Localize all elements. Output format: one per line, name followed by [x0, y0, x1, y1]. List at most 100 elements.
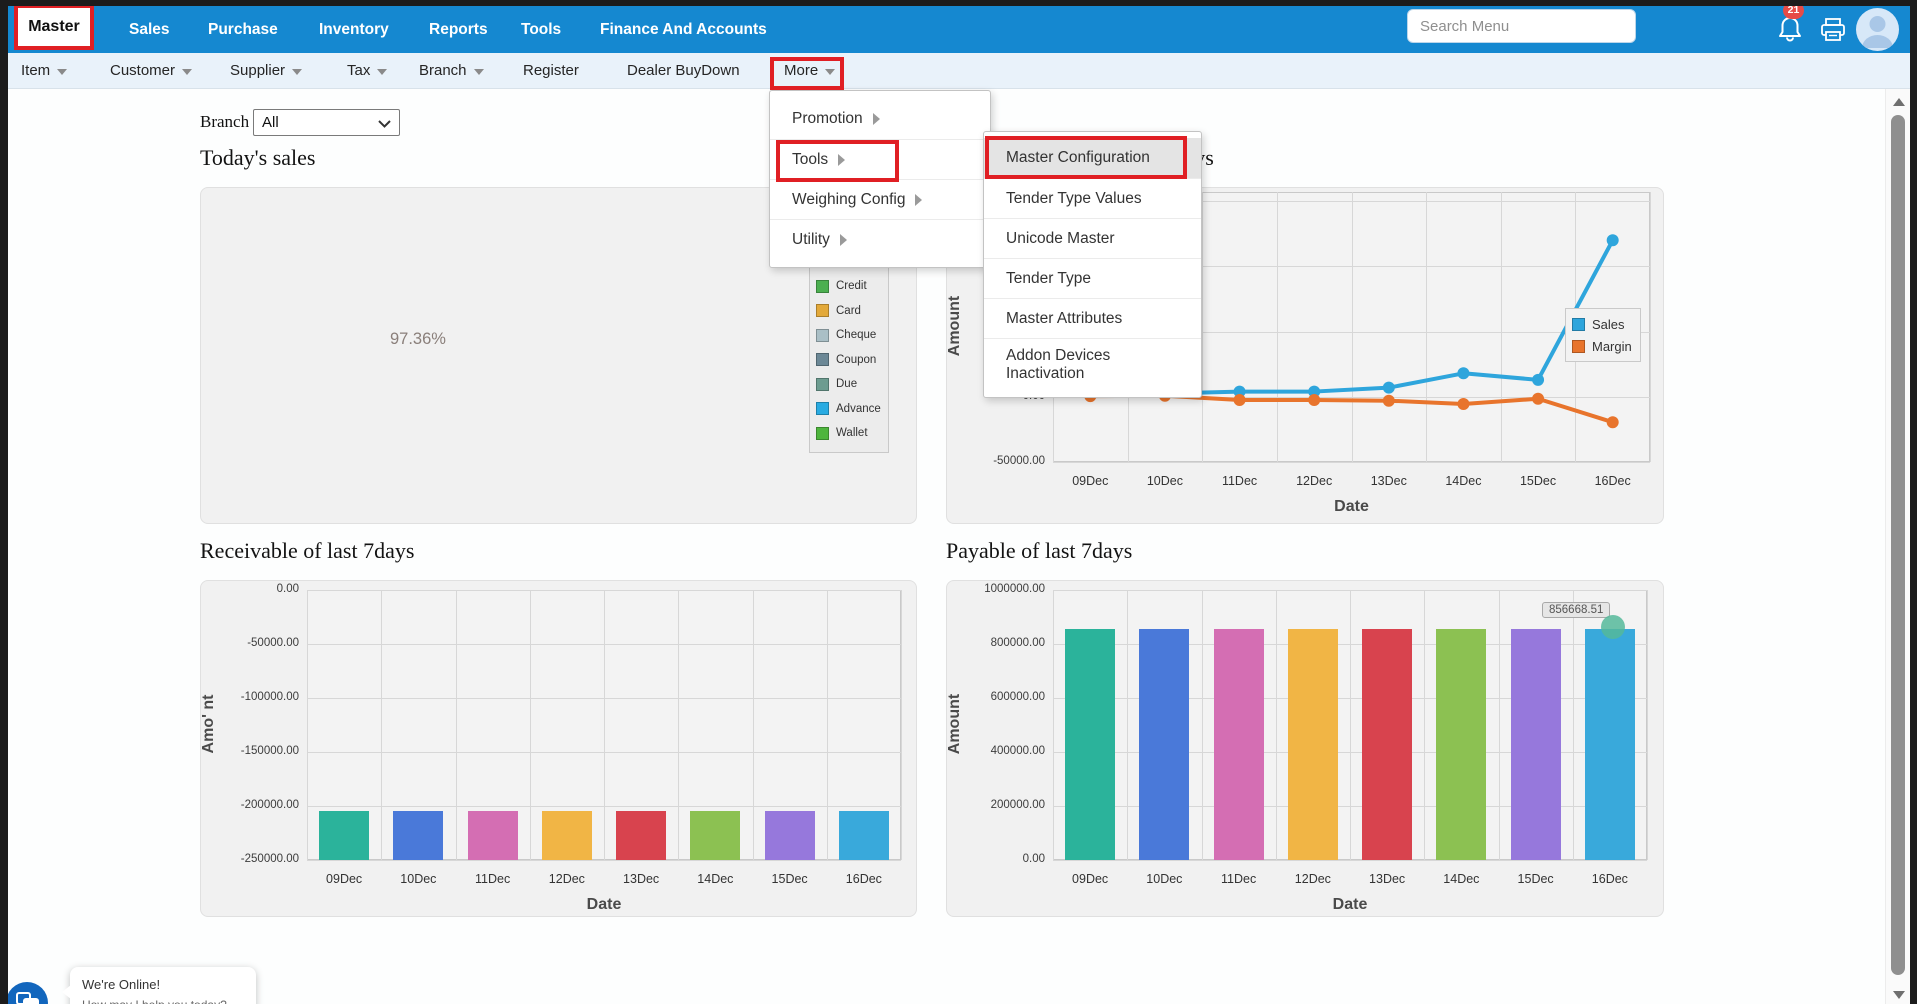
subnav-item-item[interactable]: Item	[21, 62, 67, 79]
caret-right-icon	[838, 154, 845, 166]
payable-chart-card	[946, 580, 1664, 917]
submenu-item-unicode-master[interactable]: Unicode Master	[984, 218, 1201, 258]
nav-item-purchase[interactable]: Purchase	[208, 21, 278, 39]
legend-swatch	[816, 427, 829, 440]
window-frame-right	[1910, 0, 1917, 1004]
branch-filter-label: Branch	[200, 112, 249, 132]
nav-item-reports[interactable]: Reports	[429, 21, 488, 39]
menu-item-label: Tools	[792, 151, 828, 169]
chat-dots-icon: ...	[23, 998, 39, 1004]
legend-item-label: Advance	[836, 403, 881, 415]
submenu-item-label: Tender Type	[1006, 270, 1091, 288]
pie-data-label: 97.36%	[390, 330, 446, 349]
legend-item-label: Cheque	[836, 329, 876, 341]
user-avatar[interactable]	[1856, 8, 1899, 51]
menu-item-label: Promotion	[792, 110, 863, 128]
nav-item-sales[interactable]: Sales	[129, 21, 170, 39]
submenu-item-addon-devices-inactivation[interactable]: Addon Devices Inactivation	[984, 338, 1201, 391]
branch-select[interactable]: All	[253, 109, 400, 136]
legend-swatch	[816, 329, 829, 342]
menu-item-weighing-config[interactable]: Weighing Config	[770, 179, 990, 219]
legend-item-due: Due	[816, 372, 882, 397]
submenu-item-label: Master Attributes	[1006, 310, 1122, 328]
payable-chart-title: Payable of last 7days	[946, 538, 1132, 564]
chat-status-text: We're Online!	[82, 977, 244, 992]
subnav-item-tax[interactable]: Tax	[347, 62, 387, 79]
caret-right-icon	[873, 113, 880, 125]
nav-item-finance-and-accounts[interactable]: Finance And Accounts	[600, 21, 767, 39]
legend-item-coupon: Coupon	[816, 348, 882, 373]
search-input[interactable]	[1407, 9, 1636, 43]
subnav-item-more[interactable]: More	[784, 62, 835, 79]
receivable-chart-card	[200, 580, 917, 917]
scroll-up-arrow-icon[interactable]	[1893, 98, 1905, 106]
person-icon	[1856, 8, 1899, 51]
caret-down-icon	[377, 69, 387, 75]
menu-item-promotion[interactable]: Promotion	[770, 99, 990, 139]
menu-item-label: Weighing Config	[792, 191, 905, 209]
legend-item-wallet: Wallet	[816, 421, 882, 446]
submenu-item-tender-type[interactable]: Tender Type	[984, 258, 1201, 298]
legend-swatch	[816, 378, 829, 391]
caret-down-icon	[182, 69, 192, 75]
hover-marker	[1601, 615, 1625, 639]
top-navbar: Master Sales Purchase Inventory Reports Tool…	[8, 6, 1910, 53]
caret-down-icon	[57, 69, 67, 75]
receivable-chart-title: Receivable of last 7days	[200, 538, 414, 564]
scrollbar-thumb[interactable]	[1891, 115, 1905, 975]
tools-submenu: Master Configuration Tender Type Values Un…	[983, 131, 1202, 398]
vertical-scrollbar[interactable]	[1885, 89, 1910, 1004]
window-frame-top	[0, 0, 1917, 6]
legend-item-label: Wallet	[836, 427, 868, 439]
caret-down-icon	[474, 69, 484, 75]
chat-greeting-text: How may I help you today?	[82, 998, 244, 1004]
legend-swatch	[816, 353, 829, 366]
nav-item-tools[interactable]: Tools	[521, 21, 561, 39]
caret-right-icon	[915, 194, 922, 206]
submenu-item-tender-type-values[interactable]: Tender Type Values	[984, 178, 1201, 218]
chevron-down-icon	[378, 120, 391, 128]
subnav-item-customer[interactable]: Customer	[110, 62, 192, 79]
caret-down-icon	[292, 69, 302, 75]
more-dropdown-menu: Promotion Tools Weighing Config Utility	[769, 90, 991, 268]
print-button[interactable]	[1820, 17, 1846, 48]
legend-item-label: Due	[836, 378, 857, 390]
submenu-item-label: Tender Type Values	[1006, 190, 1142, 208]
caret-right-icon	[840, 234, 847, 246]
subnav-item-dealer-buydown[interactable]: Dealer BuyDown	[627, 62, 740, 79]
nav-item-inventory[interactable]: Inventory	[319, 21, 389, 39]
legend-swatch	[816, 304, 829, 317]
subnav-item-register[interactable]: Register	[523, 62, 579, 79]
legend-item-advance: Advance	[816, 397, 882, 422]
subnav-item-branch[interactable]: Branch	[419, 62, 484, 79]
branch-select-value: All	[262, 114, 279, 131]
caret-down-icon	[825, 69, 835, 75]
window-frame-left	[0, 0, 8, 1004]
legend-swatch	[816, 402, 829, 415]
scroll-down-arrow-icon[interactable]	[1893, 991, 1905, 999]
pie-legend: Credit Card Cheque Coupon Due Advance Wallet	[809, 267, 889, 453]
legend-item-label: Credit	[836, 280, 867, 292]
legend-item-label: Card	[836, 305, 861, 317]
legend-item-label: Coupon	[836, 354, 876, 366]
module-navbar: Item Customer Supplier Tax Branch Register Dea…	[8, 53, 1910, 89]
submenu-item-label: Unicode Master	[1006, 230, 1115, 248]
legend-swatch	[816, 280, 829, 293]
menu-item-utility[interactable]: Utility	[770, 219, 990, 259]
legend-item-cheque: Cheque	[816, 323, 882, 348]
bar-tooltip: 856668.51	[1542, 602, 1610, 618]
legend-item-card: Card	[816, 299, 882, 324]
chat-popup[interactable]: We're Online! How may I help you today?	[70, 967, 256, 1004]
menu-item-tools[interactable]: Tools	[770, 139, 990, 179]
nav-item-master[interactable]: Master	[14, 4, 94, 50]
printer-icon	[1820, 17, 1846, 43]
submenu-item-master-attributes[interactable]: Master Attributes	[984, 298, 1201, 338]
chat-popup-tail	[62, 985, 71, 999]
submenu-item-master-configuration[interactable]: Master Configuration	[984, 138, 1201, 178]
pie-chart-title: Today's sales	[200, 145, 315, 171]
submenu-item-label: Master Configuration	[1006, 149, 1150, 167]
chat-launcher-button[interactable]: ...	[6, 982, 48, 1004]
submenu-item-label: Addon Devices Inactivation	[1006, 347, 1187, 383]
legend-item-credit: Credit	[816, 274, 882, 299]
subnav-item-supplier[interactable]: Supplier	[230, 62, 302, 79]
